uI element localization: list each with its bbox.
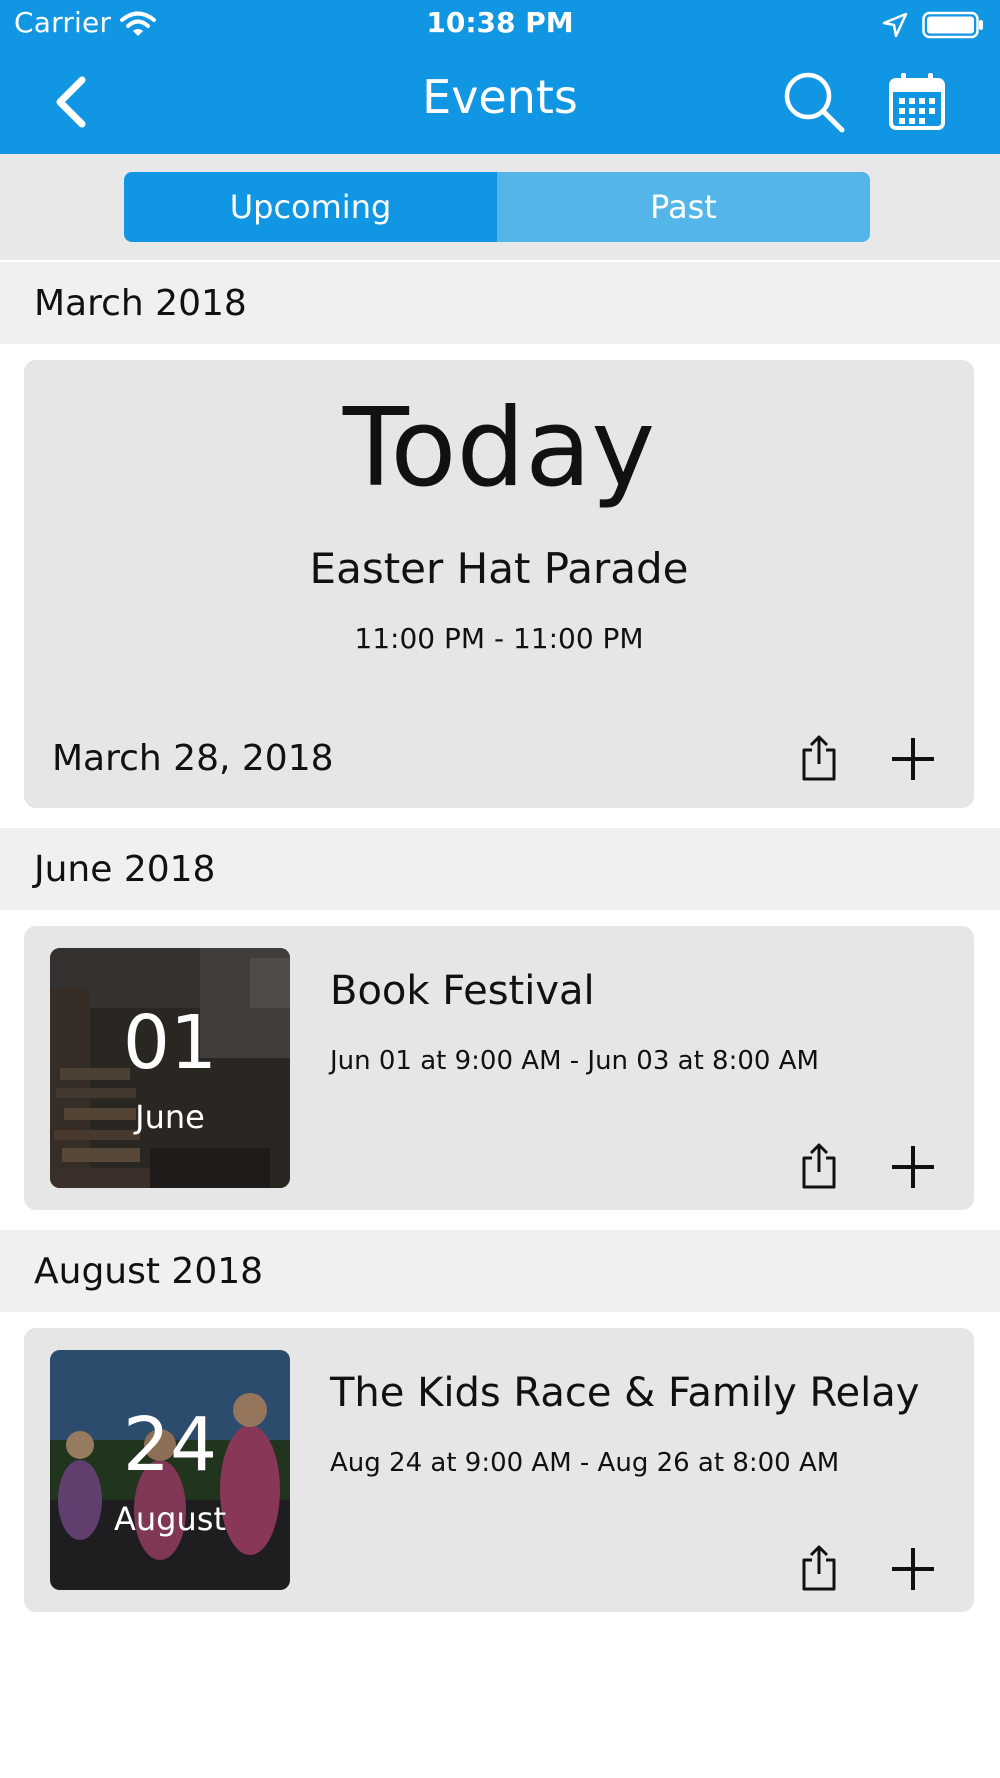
plus-icon[interactable]	[890, 1546, 936, 1592]
event-card[interactable]: 01 June Book Festival Jun 01 at 9:00 AM …	[24, 926, 974, 1210]
location-arrow-icon	[882, 12, 908, 38]
nav-bar: Events	[0, 50, 1000, 154]
section-header-june: June 2018	[0, 828, 1000, 910]
event-date: March 28, 2018	[52, 738, 334, 779]
section-header-march: March 2018	[0, 262, 1000, 344]
event-month: June	[135, 1098, 205, 1136]
segmented-control: Upcoming Past	[124, 172, 870, 242]
event-title: Book Festival	[330, 968, 595, 1014]
calendar-icon[interactable]	[888, 70, 946, 132]
event-day: 24	[122, 1402, 218, 1488]
event-time: Aug 24 at 9:00 AM - Aug 26 at 8:00 AM	[330, 1448, 840, 1478]
page-title: Events	[422, 70, 578, 124]
event-title: Easter Hat Parade	[309, 544, 689, 593]
tab-past[interactable]: Past	[497, 172, 870, 242]
event-month: August	[114, 1500, 226, 1538]
event-time: 11:00 PM - 11:00 PM	[354, 622, 644, 655]
plus-icon[interactable]	[890, 1144, 936, 1190]
search-icon[interactable]	[782, 70, 846, 134]
segment-bar: Upcoming Past	[0, 154, 1000, 262]
share-icon[interactable]	[800, 1142, 838, 1190]
share-icon[interactable]	[800, 734, 838, 782]
event-title: The Kids Race & Family Relay	[330, 1370, 920, 1416]
event-card[interactable]: 24 August The Kids Race & Family Relay A…	[24, 1328, 974, 1612]
header-bar: Carrier 10:38 PM Events	[0, 0, 1000, 154]
plus-icon[interactable]	[890, 736, 936, 782]
section-header-august: August 2018	[0, 1230, 1000, 1312]
featured-event-card[interactable]: Today Easter Hat Parade 11:00 PM - 11:00…	[24, 360, 974, 808]
event-thumbnail: 24 August	[50, 1350, 290, 1590]
event-time: Jun 01 at 9:00 AM - Jun 03 at 8:00 AM	[330, 1046, 819, 1076]
tab-upcoming[interactable]: Upcoming	[124, 172, 497, 242]
status-bar: Carrier 10:38 PM	[0, 0, 1000, 50]
share-icon[interactable]	[800, 1544, 838, 1592]
battery-icon	[922, 11, 983, 39]
today-label: Today	[342, 386, 656, 511]
event-day: 01	[122, 1000, 218, 1086]
events-screen: Carrier 10:38 PM Events Upcoming Past Ma…	[0, 0, 1000, 1778]
event-thumbnail: 01 June	[50, 948, 290, 1188]
status-time: 10:38 PM	[426, 6, 574, 39]
